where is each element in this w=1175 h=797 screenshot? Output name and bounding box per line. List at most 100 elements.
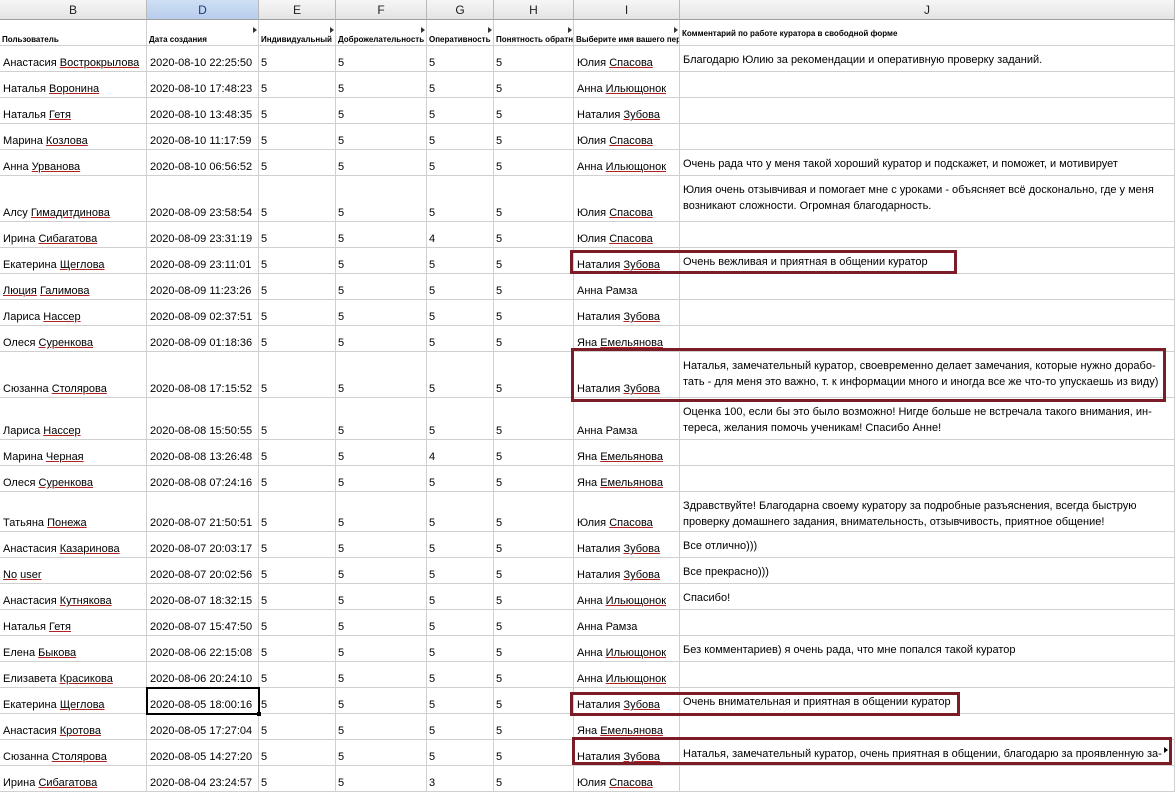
- column-header-e[interactable]: E: [259, 0, 336, 20]
- curator-cell[interactable]: Анна Ильющонок: [574, 584, 680, 610]
- score-cell[interactable]: 5: [259, 150, 336, 176]
- date-cell[interactable]: 2020-08-07 18:32:15: [147, 584, 259, 610]
- score-cell[interactable]: 5: [336, 72, 427, 98]
- date-cell[interactable]: 2020-08-07 15:47:50: [147, 610, 259, 636]
- score-cell[interactable]: 5: [259, 714, 336, 740]
- date-cell[interactable]: 2020-08-07 20:03:17: [147, 532, 259, 558]
- comment-cell[interactable]: Все прекрасно))): [680, 558, 1175, 584]
- score-cell[interactable]: 5: [494, 558, 574, 584]
- score-cell[interactable]: 5: [427, 72, 494, 98]
- score-cell[interactable]: 5: [336, 300, 427, 326]
- user-cell[interactable]: Наталья Воронина: [0, 72, 147, 98]
- active-cell-cursor[interactable]: [146, 687, 260, 715]
- score-cell[interactable]: 5: [259, 466, 336, 492]
- comment-cell[interactable]: Очень вежливая и приятная в общении кура…: [680, 248, 1175, 274]
- score-cell[interactable]: 5: [427, 274, 494, 300]
- score-cell[interactable]: 5: [427, 150, 494, 176]
- score-cell[interactable]: 3: [427, 766, 494, 792]
- score-cell[interactable]: 5: [336, 222, 427, 248]
- date-cell[interactable]: 2020-08-10 13:48:35: [147, 98, 259, 124]
- comment-cell[interactable]: Благодарю Юлию за рекомендации и операти…: [680, 46, 1175, 72]
- comment-cell[interactable]: [680, 300, 1175, 326]
- score-cell[interactable]: 5: [427, 46, 494, 72]
- score-cell[interactable]: 5: [336, 466, 427, 492]
- score-cell[interactable]: 5: [336, 584, 427, 610]
- score-cell[interactable]: 5: [259, 610, 336, 636]
- column-header-h[interactable]: H: [494, 0, 574, 20]
- score-cell[interactable]: 5: [427, 300, 494, 326]
- date-cell[interactable]: 2020-08-09 11:23:26: [147, 274, 259, 300]
- curator-cell[interactable]: Наталия Зубова: [574, 248, 680, 274]
- score-cell[interactable]: 5: [494, 150, 574, 176]
- curator-cell[interactable]: Наталия Зубова: [574, 688, 680, 714]
- comment-cell[interactable]: [680, 274, 1175, 300]
- comment-cell[interactable]: Оценка 100, если бы это было возможно! Н…: [680, 398, 1175, 440]
- score-cell[interactable]: 5: [259, 688, 336, 714]
- score-cell[interactable]: 5: [336, 248, 427, 274]
- user-cell[interactable]: Елизавета Красикова: [0, 662, 147, 688]
- score-cell[interactable]: 5: [259, 98, 336, 124]
- date-cell[interactable]: 2020-08-07 21:50:51: [147, 492, 259, 532]
- date-cell[interactable]: 2020-08-05 17:27:04: [147, 714, 259, 740]
- date-cell[interactable]: 2020-08-05 14:27:20: [147, 740, 259, 766]
- score-cell[interactable]: 5: [427, 636, 494, 662]
- score-cell[interactable]: 5: [494, 222, 574, 248]
- score-cell[interactable]: 5: [494, 584, 574, 610]
- comment-cell[interactable]: Юлия очень отзывчивая и помогает мне с у…: [680, 176, 1175, 222]
- score-cell[interactable]: 5: [259, 176, 336, 222]
- score-cell[interactable]: 5: [336, 98, 427, 124]
- score-cell[interactable]: 5: [336, 714, 427, 740]
- score-cell[interactable]: 5: [494, 326, 574, 352]
- user-cell[interactable]: Татьяна Понежа: [0, 492, 147, 532]
- date-cell[interactable]: 2020-08-09 01:18:36: [147, 326, 259, 352]
- user-cell[interactable]: Ирина Сибагатова: [0, 222, 147, 248]
- curator-cell[interactable]: Наталия Зубова: [574, 740, 680, 766]
- score-cell[interactable]: 5: [494, 248, 574, 274]
- score-cell[interactable]: 5: [259, 72, 336, 98]
- user-cell[interactable]: Олеся Суренкова: [0, 326, 147, 352]
- score-cell[interactable]: 5: [259, 326, 336, 352]
- column-header-g[interactable]: G: [427, 0, 494, 20]
- score-cell[interactable]: 5: [427, 176, 494, 222]
- user-cell[interactable]: Анастасия Казаринова: [0, 532, 147, 558]
- score-cell[interactable]: 5: [259, 440, 336, 466]
- score-cell[interactable]: 5: [336, 688, 427, 714]
- curator-cell[interactable]: Наталия Зубова: [574, 352, 680, 398]
- score-cell[interactable]: 5: [427, 532, 494, 558]
- score-cell[interactable]: 5: [259, 398, 336, 440]
- curator-cell[interactable]: Юлия Спасова: [574, 766, 680, 792]
- score-cell[interactable]: 5: [259, 124, 336, 150]
- user-cell[interactable]: Анна Урванова: [0, 150, 147, 176]
- score-cell[interactable]: 5: [494, 274, 574, 300]
- score-cell[interactable]: 5: [259, 558, 336, 584]
- date-cell[interactable]: 2020-08-10 06:56:52: [147, 150, 259, 176]
- comment-cell[interactable]: [680, 72, 1175, 98]
- curator-cell[interactable]: Анна Ильющонок: [574, 636, 680, 662]
- date-cell[interactable]: 2020-08-09 02:37:51: [147, 300, 259, 326]
- user-cell[interactable]: Олеся Суренкова: [0, 466, 147, 492]
- date-cell[interactable]: 2020-08-08 17:15:52: [147, 352, 259, 398]
- date-cell[interactable]: 2020-08-08 15:50:55: [147, 398, 259, 440]
- score-cell[interactable]: 5: [427, 124, 494, 150]
- user-cell[interactable]: Екатерина Щеглова: [0, 688, 147, 714]
- comment-cell[interactable]: [680, 440, 1175, 466]
- score-cell[interactable]: 5: [259, 300, 336, 326]
- comment-cell[interactable]: [680, 326, 1175, 352]
- score-cell[interactable]: 5: [427, 352, 494, 398]
- score-cell[interactable]: 5: [427, 492, 494, 532]
- date-cell[interactable]: 2020-08-07 20:02:56: [147, 558, 259, 584]
- user-cell[interactable]: Лариса Нассер: [0, 300, 147, 326]
- score-cell[interactable]: 5: [427, 714, 494, 740]
- score-cell[interactable]: 5: [427, 688, 494, 714]
- comment-cell[interactable]: [680, 610, 1175, 636]
- score-cell[interactable]: 5: [336, 326, 427, 352]
- score-cell[interactable]: 5: [336, 766, 427, 792]
- comment-cell[interactable]: [680, 714, 1175, 740]
- comment-cell[interactable]: Наталья, замечательный куратор, своеврем…: [680, 352, 1175, 398]
- score-cell[interactable]: 5: [427, 558, 494, 584]
- score-cell[interactable]: 5: [494, 766, 574, 792]
- score-cell[interactable]: 5: [494, 98, 574, 124]
- score-cell[interactable]: 5: [336, 176, 427, 222]
- score-cell[interactable]: 5: [336, 150, 427, 176]
- column-header-i[interactable]: I: [574, 0, 680, 20]
